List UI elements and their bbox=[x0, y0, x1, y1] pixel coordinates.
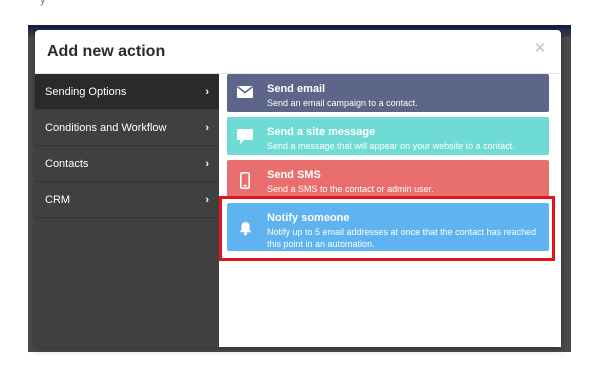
cropped-top-text: y bbox=[40, 0, 46, 6]
chevron-right-icon: › bbox=[205, 157, 209, 170]
action-title: Send SMS bbox=[267, 169, 321, 181]
envelope-icon bbox=[235, 86, 255, 98]
sidebar-item-label: Contacts bbox=[45, 157, 89, 170]
action-description: Send an email campaign to a contact. bbox=[267, 98, 418, 108]
action-title: Send email bbox=[267, 83, 326, 95]
sidebar-item-crm[interactable]: CRM › bbox=[35, 182, 219, 218]
chat-bubble-icon bbox=[235, 129, 255, 144]
action-description: Send a SMS to the contact or admin user. bbox=[267, 184, 434, 194]
sidebar: Sending Options › Conditions and Workflo… bbox=[35, 74, 219, 347]
close-icon[interactable]: × bbox=[529, 38, 551, 60]
sidebar-item-label: CRM bbox=[45, 193, 71, 206]
send-site-message-action[interactable]: Send a site message Send a message that … bbox=[227, 117, 549, 155]
chevron-right-icon: › bbox=[205, 121, 209, 134]
mobile-phone-icon bbox=[235, 172, 255, 189]
highlight-annotation-box bbox=[219, 196, 555, 261]
send-email-action[interactable]: Send email Send an email campaign to a c… bbox=[227, 74, 549, 112]
sidebar-item-label: Sending Options bbox=[45, 85, 127, 98]
action-title: Send a site message bbox=[267, 126, 376, 138]
chevron-right-icon: › bbox=[205, 85, 209, 98]
modal-title: Add new action bbox=[47, 42, 166, 60]
add-action-modal: Add new action × Sending Options › Condi… bbox=[35, 30, 561, 347]
sidebar-item-sending-options[interactable]: Sending Options › bbox=[35, 74, 219, 110]
sidebar-item-conditions-and-workflow[interactable]: Conditions and Workflow › bbox=[35, 110, 219, 146]
sidebar-item-label: Conditions and Workflow bbox=[45, 121, 167, 134]
modal-header: Add new action × bbox=[35, 30, 561, 74]
chevron-right-icon: › bbox=[205, 193, 209, 206]
send-sms-action[interactable]: Send SMS Send a SMS to the contact or ad… bbox=[227, 160, 549, 198]
action-description: Send a message that will appear on your … bbox=[267, 141, 515, 151]
sidebar-item-contacts[interactable]: Contacts › bbox=[35, 146, 219, 182]
